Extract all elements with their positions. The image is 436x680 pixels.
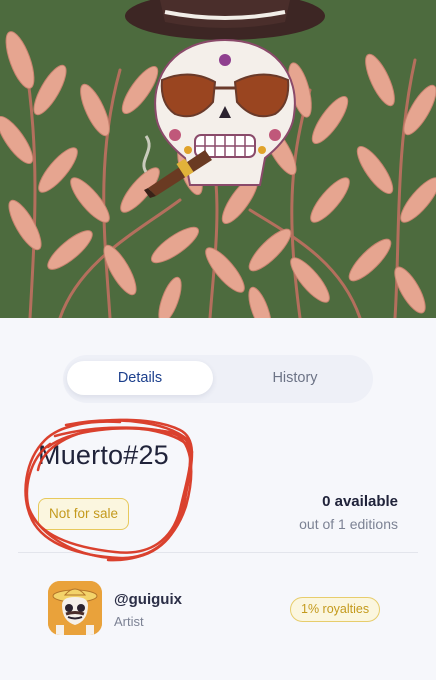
- artist-avatar[interactable]: [48, 581, 102, 635]
- details-history-tabs: Details History: [63, 355, 373, 403]
- details-panel: Details History Muerto#25 Not for sale 0…: [0, 318, 436, 680]
- available-count: 0 available: [322, 493, 398, 510]
- sale-status-badge: Not for sale: [38, 498, 130, 530]
- editions-count: out of 1 editions: [299, 516, 398, 532]
- artwork-image[interactable]: [0, 0, 436, 318]
- artist-handle-link[interactable]: @guiguix: [114, 591, 182, 608]
- artwork-title: Muerto#25: [38, 440, 169, 470]
- artwork-illustration: [0, 0, 436, 318]
- tab-history[interactable]: History: [221, 361, 369, 395]
- royalties-badge: 1% royalties: [290, 597, 381, 622]
- sugar-skull-avatar-icon: [48, 581, 102, 635]
- artist-role-label: Artist: [114, 614, 144, 629]
- section-divider: [18, 552, 418, 553]
- tab-details[interactable]: Details: [67, 361, 213, 395]
